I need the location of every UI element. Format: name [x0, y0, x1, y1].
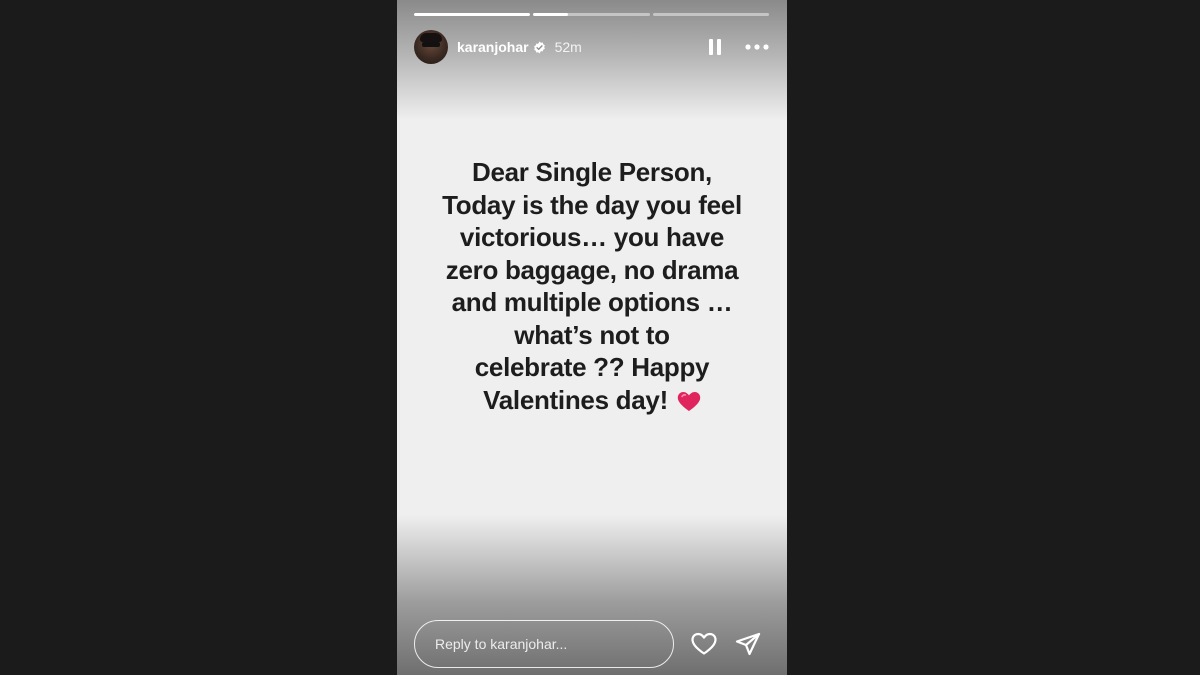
story-message: Dear Single Person, Today is the day you…: [415, 156, 769, 416]
story-progress-bar: [414, 13, 769, 16]
progress-segment: [414, 13, 531, 16]
message-line: zero baggage, no drama: [445, 254, 739, 285]
avatar-hair: [420, 33, 442, 42]
pause-icon[interactable]: [704, 36, 726, 58]
avatar-glasses: [422, 42, 440, 47]
story-card[interactable]: karanjohar 52m Dear Single Person, Today…: [397, 0, 787, 675]
progress-segment-fill: [533, 13, 569, 16]
red-heart-emoji: [677, 387, 701, 411]
message-line: what’s not to: [514, 319, 670, 350]
message-line: Dear Single Person,: [472, 157, 712, 187]
reply-input[interactable]: [414, 620, 674, 668]
avatar[interactable]: [414, 30, 448, 64]
progress-segment-fill: [414, 13, 531, 16]
viewer-background: karanjohar 52m Dear Single Person, Today…: [0, 0, 1200, 675]
send-icon[interactable]: [734, 630, 762, 658]
progress-segment: [652, 13, 769, 16]
username[interactable]: karanjohar: [457, 39, 529, 55]
message-line: victorious… you have: [459, 222, 725, 252]
message-line-last: Valentines day!: [415, 384, 769, 417]
message-line: and multiple options …: [451, 287, 733, 317]
story-timestamp: 52m: [554, 39, 582, 55]
story-header: karanjohar 52m: [414, 30, 770, 64]
progress-segment: [533, 13, 650, 16]
heart-outline-icon[interactable]: [690, 630, 718, 658]
story-footer: [414, 620, 774, 668]
message-line: Valentines day!: [483, 384, 668, 415]
message-line: Today is the day you feel: [442, 189, 742, 220]
verified-badge-icon: [533, 41, 546, 54]
more-options-icon[interactable]: [744, 36, 770, 58]
message-line: celebrate ?? Happy: [474, 352, 710, 382]
